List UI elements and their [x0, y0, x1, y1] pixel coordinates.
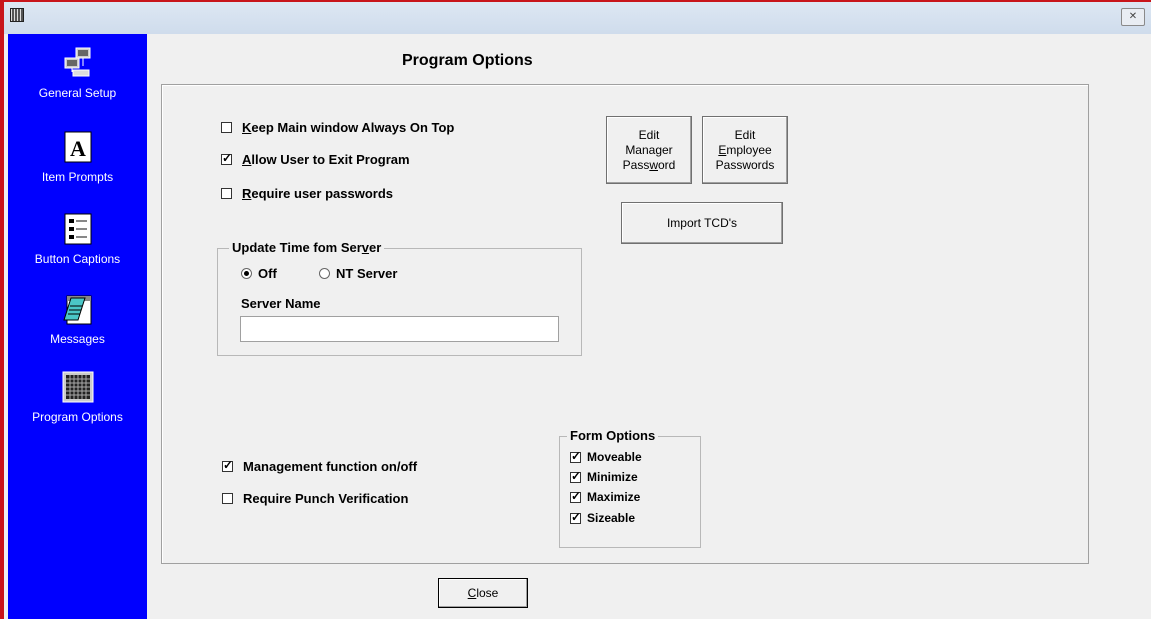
import-tcds-button[interactable]: Import TCD's	[621, 202, 783, 244]
button-label-line: Passwords	[715, 157, 775, 172]
radio-button-nt-server[interactable]	[319, 268, 330, 279]
close-button[interactable]: Close	[438, 578, 528, 608]
sidebar-item-label: Messages	[50, 332, 105, 346]
button-label-line: Manager	[625, 142, 673, 157]
radio-nt-server[interactable]: NT Server	[319, 266, 397, 281]
sidebar-item-button-captions[interactable]: Button Captions	[8, 212, 147, 266]
button-label-line: Employee	[718, 142, 772, 157]
sidebar-item-item-prompts[interactable]: A Item Prompts	[8, 130, 147, 184]
app-icon[interactable]	[10, 8, 24, 22]
radio-label: Off	[258, 266, 277, 281]
close-label: lose	[476, 586, 499, 600]
radio-button-off[interactable]	[241, 268, 252, 279]
checkbox-box[interactable]	[222, 458, 233, 472]
checkbox-label: Maximize	[587, 490, 641, 504]
checkbox-label: Moveable	[587, 450, 642, 464]
title-bar[interactable]: ✕	[4, 2, 1151, 34]
moveable-checkbox[interactable]: Moveable	[570, 449, 642, 464]
sidebar-item-label: Program Options	[32, 410, 123, 424]
sidebar-item-label: General Setup	[38, 86, 117, 100]
maximize-checkbox[interactable]: Maximize	[570, 489, 641, 504]
management-function-checkbox[interactable]: Management function on/off	[222, 458, 418, 474]
checkbox-box[interactable]	[570, 449, 581, 463]
font-a-icon: A	[64, 131, 91, 163]
edit-manager-password-button[interactable]: Edit Manager Password	[606, 116, 692, 184]
sidebar-item-label: Item Prompts	[41, 170, 114, 184]
button-label-line: Edit	[638, 127, 660, 142]
checkbox-box[interactable]	[221, 188, 232, 199]
checkbox-label: Management function on/off	[243, 459, 418, 474]
notepad-icon	[62, 295, 91, 325]
list-form-icon	[64, 213, 91, 245]
close-label-key: C	[467, 586, 477, 600]
main-area: Program Options Keep Main window Always …	[147, 34, 1151, 619]
checkbox-box[interactable]	[570, 489, 581, 503]
button-label-line: Password	[622, 157, 676, 172]
page-title: Program Options	[402, 52, 533, 69]
require-passwords-checkbox[interactable]: Require user passwords	[221, 186, 393, 201]
sidebar-item-program-options[interactable]: Program Options	[8, 370, 147, 424]
server-name-label: Server Name	[241, 296, 321, 311]
sidebar-item-messages[interactable]: Messages	[8, 292, 147, 346]
checkbox-label: Sizeable	[587, 511, 636, 525]
sidebar-item-general-setup[interactable]: General Setup	[8, 46, 147, 100]
allow-exit-checkbox[interactable]: Allow User to Exit Program	[221, 151, 410, 167]
checkbox-label: Require Punch Verification	[243, 491, 409, 506]
minimize-checkbox[interactable]: Minimize	[570, 469, 638, 484]
checkbox-label: Keep Main window Always On Top	[242, 120, 455, 135]
server-name-input[interactable]	[240, 316, 559, 342]
sidebar: General Setup A Item Prompts Button Capt…	[8, 34, 147, 619]
keep-on-top-checkbox[interactable]: Keep Main window Always On Top	[221, 120, 454, 135]
radio-off[interactable]: Off	[241, 266, 277, 281]
punch-verification-checkbox[interactable]: Require Punch Verification	[222, 491, 408, 506]
checkbox-box[interactable]	[570, 510, 581, 524]
sidebar-item-label: Button Captions	[34, 252, 121, 266]
checkbox-label: Allow User to Exit Program	[242, 152, 410, 167]
update-time-legend: Update Time fom Server	[229, 240, 385, 255]
checkbox-box[interactable]	[570, 469, 581, 483]
window-close-button[interactable]: ✕	[1121, 8, 1145, 26]
checkbox-box[interactable]	[221, 122, 232, 133]
sizeable-checkbox[interactable]: Sizeable	[570, 510, 636, 525]
checkbox-label: Require user passwords	[242, 186, 394, 201]
radio-label: NT Server	[336, 266, 398, 281]
calculator-grid-icon	[62, 371, 93, 403]
button-label-line: Edit	[734, 127, 756, 142]
edit-employee-passwords-button[interactable]: Edit Employee Passwords	[702, 116, 788, 184]
computer-network-icon	[64, 47, 90, 77]
form-options-legend: Form Options	[567, 428, 659, 443]
checkbox-box[interactable]	[222, 493, 233, 504]
checkbox-label: Minimize	[587, 470, 638, 484]
checkbox-box[interactable]	[221, 151, 232, 165]
svg-text:A: A	[70, 136, 86, 161]
